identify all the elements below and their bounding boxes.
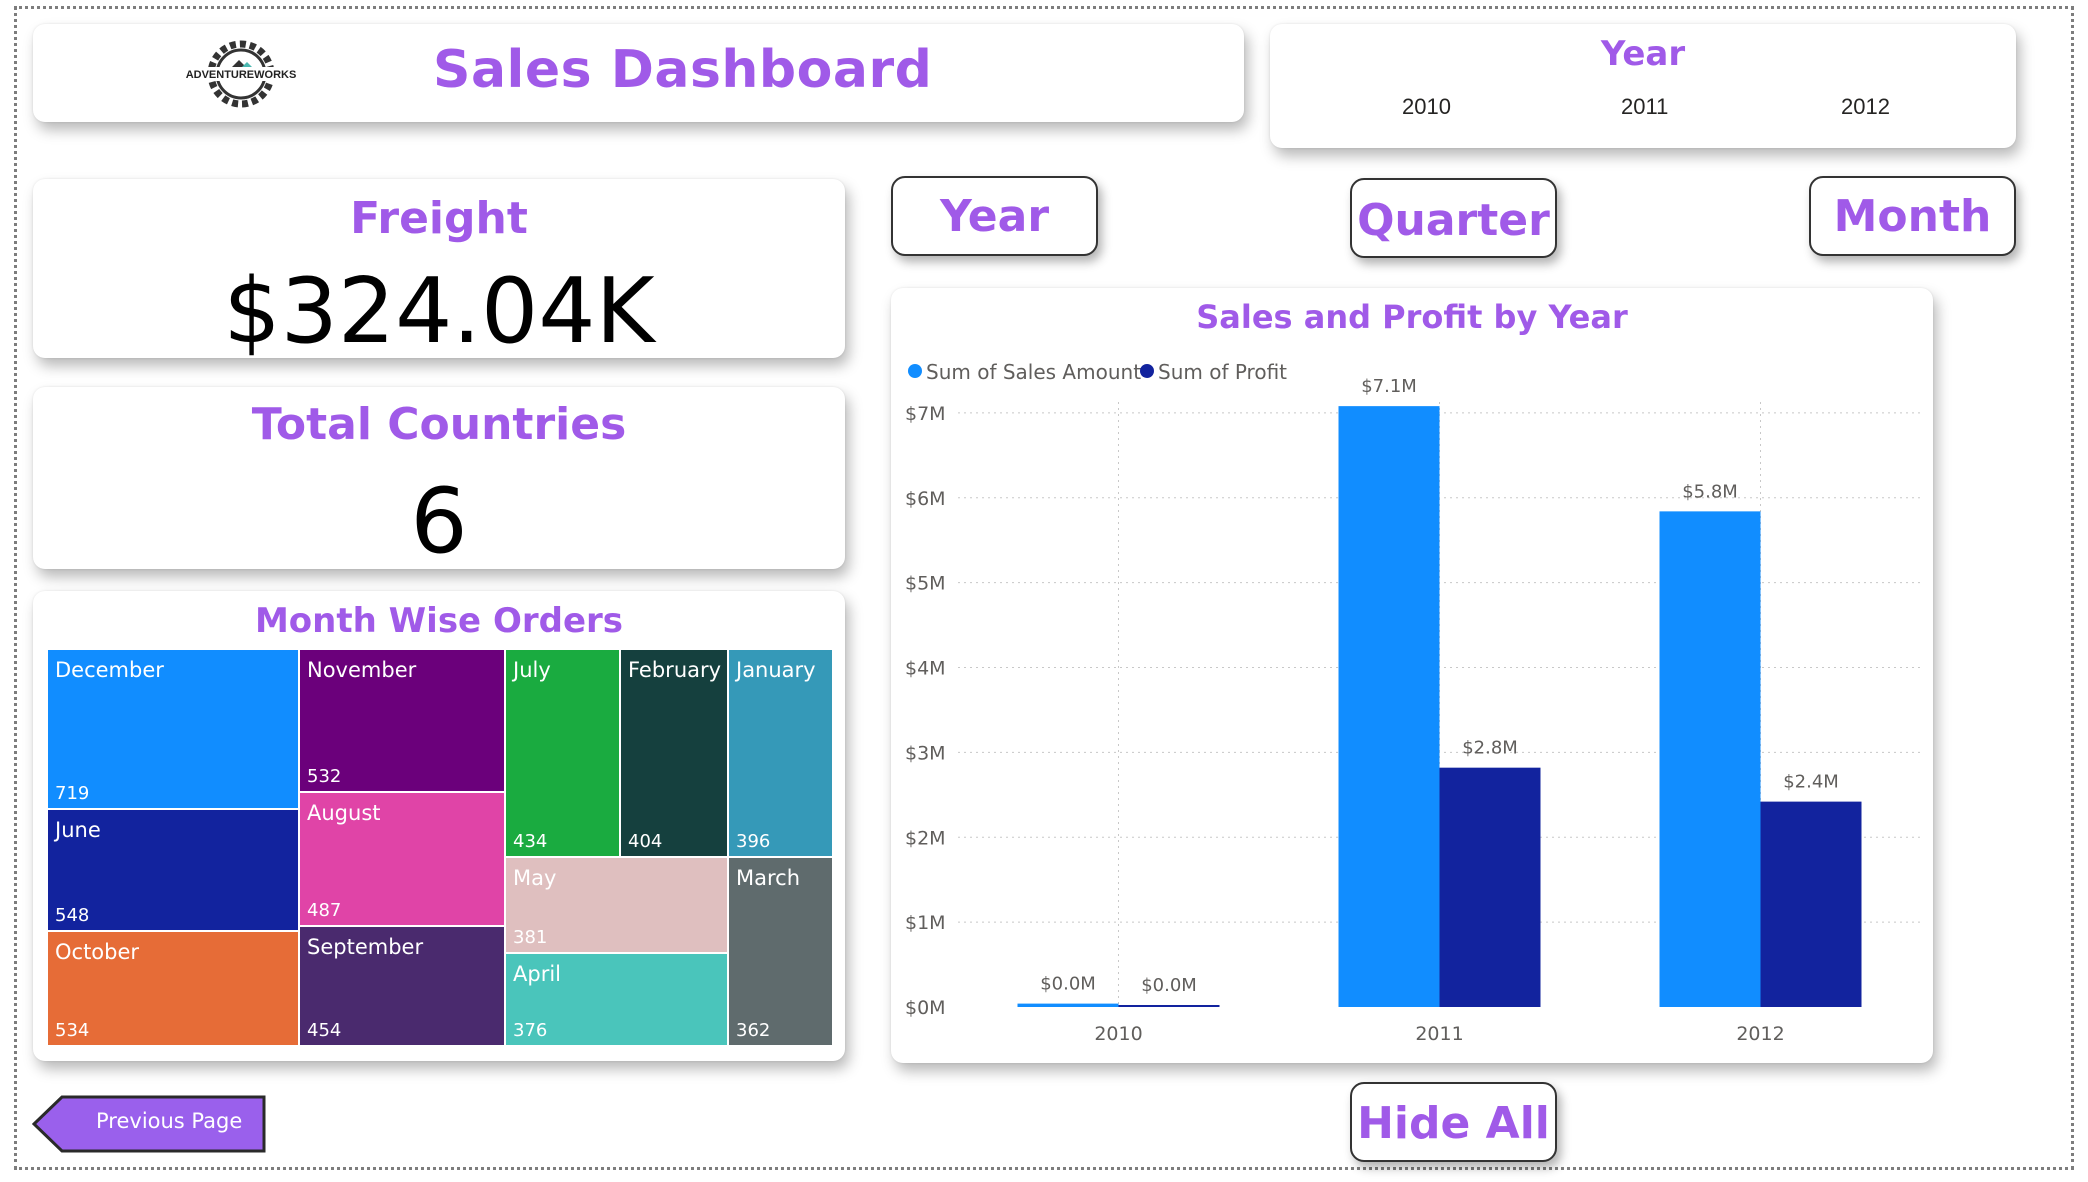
y-tick-label: $0M: [905, 997, 946, 1019]
sales-profit-chart-card: Sales and Profit by Year Sum of Sales Am…: [891, 288, 1933, 1063]
data-label: $2.8M: [1462, 738, 1518, 759]
y-tick-label: $4M: [905, 658, 946, 680]
treemap-tile-april[interactable]: April 376: [505, 953, 728, 1046]
logo-text: ADVENTUREWORKS: [186, 69, 297, 81]
bar-sum-of-profit-2012: [1760, 801, 1862, 1007]
treemap-tile-label: December: [55, 658, 164, 682]
treemap-tile-label: May: [513, 866, 557, 890]
adventureworks-logo: ADVENTUREWORKS: [181, 40, 301, 108]
bar-sum-of-sales-amount-2012: [1659, 511, 1761, 1007]
y-tick-label: $6M: [905, 488, 946, 510]
y-tick-label: $3M: [905, 742, 946, 764]
treemap-tile-value: 454: [307, 1020, 342, 1041]
total-countries-value: 6: [410, 469, 468, 574]
treemap-tile-label: April: [513, 962, 561, 986]
data-label: $7.1M: [1361, 376, 1417, 397]
treemap-tile-value: 396: [736, 831, 771, 852]
year-button[interactable]: Year: [891, 176, 1098, 256]
previous-page-button[interactable]: Previous Page: [31, 1095, 268, 1153]
total-countries-title: Total Countries: [251, 399, 627, 450]
header-card: ADVENTUREWORKS Sales Dashboard: [33, 24, 1244, 122]
data-label: $0.0M: [1040, 974, 1096, 995]
treemap-tile-value: 381: [513, 927, 548, 948]
treemap-tile-label: February: [628, 658, 722, 682]
treemap-tile-february[interactable]: February 404: [620, 649, 728, 857]
treemap-tile-value: 362: [736, 1020, 771, 1041]
treemap-tile-value: 534: [55, 1020, 90, 1041]
treemap-tile-value: 719: [55, 783, 90, 804]
treemap-tile-november[interactable]: November 532: [299, 649, 505, 792]
y-tick-label: $1M: [905, 912, 946, 934]
treemap-tile-label: November: [307, 658, 417, 682]
treemap-tile-label: September: [307, 935, 424, 959]
treemap-tile-october[interactable]: October 534: [47, 931, 299, 1046]
bar-sum-of-profit-2011: [1439, 767, 1541, 1007]
month-wise-orders-card: Month Wise Orders December 719 November 532…: [33, 591, 845, 1061]
data-label: $0.0M: [1141, 975, 1197, 996]
legend-marker-1: [1140, 364, 1154, 378]
x-tick-label: 2010: [1094, 1023, 1142, 1045]
treemap-tile-value: 376: [513, 1020, 548, 1041]
treemap-tile-value: 404: [628, 831, 663, 852]
treemap-tile-label: July: [513, 658, 551, 682]
y-tick-label: $5M: [905, 573, 946, 595]
freight-title: Freight: [350, 193, 528, 244]
bar-sum-of-sales-amount-2010: [1017, 1003, 1119, 1007]
sales-profit-chart: Sum of Sales Amount Sum of Profit $0M $1M $2…: [905, 360, 1921, 1045]
bar-sum-of-sales-amount-2011: [1338, 406, 1440, 1007]
year-slicer-title: Year: [1600, 34, 1686, 74]
freight-card: Freight $324.04K: [33, 179, 845, 364]
y-tick-label: $2M: [905, 827, 946, 849]
freight-value: $324.04K: [223, 259, 655, 364]
page-title: Sales Dashboard: [433, 40, 933, 100]
treemap-tile-july[interactable]: July 434: [505, 649, 620, 857]
month-button[interactable]: Month: [1809, 176, 2016, 256]
treemap-tile-december[interactable]: December 719: [47, 649, 299, 809]
treemap-tile-january[interactable]: January 396: [728, 649, 833, 857]
treemap-tile-label: January: [736, 658, 816, 682]
data-label: $5.8M: [1682, 481, 1738, 502]
treemap-tile-value: 434: [513, 831, 548, 852]
treemap-tile-value: 548: [55, 905, 90, 926]
treemap-tile-september[interactable]: September 454: [299, 926, 505, 1046]
total-countries-card: Total Countries 6: [33, 387, 845, 574]
treemap-tile-value: 487: [307, 900, 342, 921]
legend-marker-0: [908, 364, 922, 378]
treemap-tile-label: August: [307, 801, 381, 825]
treemap-tile-value: 532: [307, 766, 342, 787]
treemap-tile-march[interactable]: March 362: [728, 857, 833, 1046]
year-option-2011[interactable]: 2011: [1621, 94, 1668, 120]
previous-page-label: Previous Page: [96, 1109, 243, 1133]
data-label: $2.4M: [1783, 772, 1839, 793]
treemap-title: Month Wise Orders: [254, 601, 624, 641]
month-treemap: December 719 November 532 July 434 February 404…: [47, 649, 833, 1046]
treemap-tile-label: October: [55, 940, 140, 964]
legend-label-0: Sum of Sales Amount: [926, 360, 1141, 384]
year-slicer: Year 2010 2011 2012: [1270, 24, 2016, 148]
treemap-tile-label: March: [736, 866, 801, 890]
treemap-tile-june[interactable]: June 548: [47, 809, 299, 931]
x-tick-label: 2012: [1736, 1023, 1784, 1045]
legend-label-1: Sum of Profit: [1158, 360, 1287, 384]
quarter-button[interactable]: Quarter: [1350, 178, 1557, 258]
year-option-2012[interactable]: 2012: [1841, 94, 1890, 120]
year-option-2010[interactable]: 2010: [1402, 94, 1451, 120]
treemap-tile-august[interactable]: August 487: [299, 792, 505, 926]
treemap-tile-may[interactable]: May 381: [505, 857, 728, 953]
y-tick-label: $7M: [905, 403, 946, 425]
x-tick-label: 2011: [1415, 1023, 1463, 1045]
treemap-tile-label: June: [55, 818, 101, 842]
bar-sum-of-profit-2010: [1118, 1005, 1220, 1007]
hide-all-button[interactable]: Hide All: [1350, 1082, 1557, 1162]
